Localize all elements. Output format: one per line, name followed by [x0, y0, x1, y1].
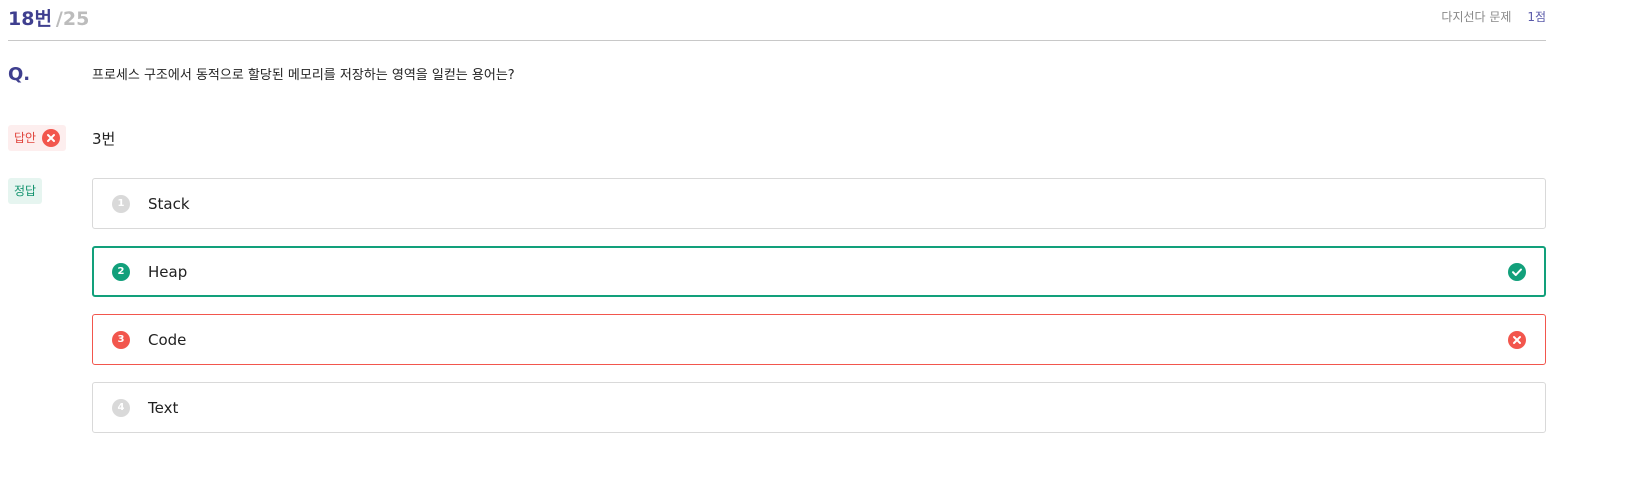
question-counter: 18번/25	[8, 4, 89, 31]
x-circle-icon	[42, 129, 61, 147]
question-label: Q.	[8, 64, 31, 85]
question-text: 프로세스 구조에서 동적으로 할당된 메모리를 저장하는 영역을 일컫는 용어는…	[92, 68, 515, 83]
question-header: 18번/25 다지선다 문제 1점	[8, 0, 1546, 41]
option-1[interactable]: 1 Stack	[92, 178, 1546, 229]
submitted-answer-tag-label: 답안	[14, 131, 37, 145]
answer-options: 1 Stack 2 Heap 3 Code 4 Text	[92, 178, 1546, 450]
option-number-badge: 2	[112, 262, 130, 281]
question-score: 1점	[1527, 10, 1546, 24]
question-total: /25	[55, 8, 90, 30]
option-4[interactable]: 4 Text	[92, 382, 1546, 433]
question-number: 18번	[8, 8, 52, 30]
option-number-badge: 4	[112, 398, 130, 417]
option-number-badge: 3	[112, 330, 130, 349]
question-meta: 다지선다 문제 1점	[1441, 8, 1546, 25]
correct-answer-tag: 정답	[8, 178, 43, 204]
correct-answer-tag-label: 정답	[14, 184, 37, 198]
option-text: Stack	[148, 194, 190, 213]
option-text: Code	[148, 330, 187, 349]
option-text: Text	[148, 398, 179, 417]
submitted-answer-tag: 답안	[8, 125, 67, 151]
x-circle-icon	[1508, 330, 1526, 349]
check-circle-icon	[1508, 262, 1526, 281]
option-number-badge: 1	[112, 194, 130, 213]
question-type: 다지선다 문제	[1441, 10, 1512, 24]
option-3[interactable]: 3 Code	[92, 314, 1546, 365]
submitted-answer-value: 3번	[92, 130, 116, 148]
option-text: Heap	[148, 262, 188, 281]
option-2[interactable]: 2 Heap	[92, 246, 1546, 297]
